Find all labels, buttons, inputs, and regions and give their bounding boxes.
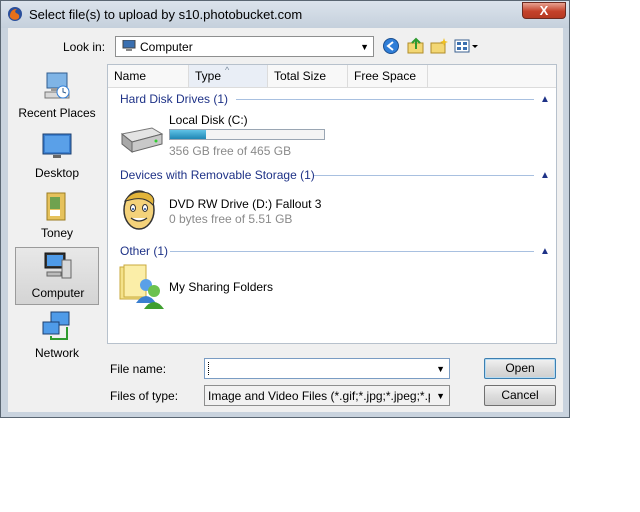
collapse-chevron-icon[interactable]: ▲ [540,246,550,257]
place-recent-places[interactable]: Recent Places [15,68,99,126]
collapse-chevron-icon[interactable]: ▲ [540,94,550,105]
disk-usage-bar [169,129,325,140]
chevron-down-icon: ▼ [436,391,445,401]
user-folder-icon [46,192,66,221]
collapse-chevron-icon[interactable]: ▲ [540,170,550,181]
hard-drive-icon [120,127,164,154]
place-user-folder[interactable]: Toney [15,188,99,246]
window-title: Select file(s) to upload by s10.photobuc… [29,7,303,22]
column-header-free-space[interactable]: Free Space [348,65,428,87]
place-desktop[interactable]: Desktop [15,128,99,186]
place-computer[interactable]: Computer [15,247,99,305]
sharing-folders-icon [119,264,164,309]
column-header-row: Name Type ^ Total Size Free Space [108,65,556,88]
back-icon[interactable] [381,37,401,55]
group-header-hard-disk-drives[interactable]: Hard Disk Drives (1) [120,92,228,106]
up-folder-icon[interactable] [406,37,426,55]
place-network[interactable]: Network [15,308,99,366]
desktop-icon [42,133,72,158]
column-header-name[interactable]: Name [108,65,189,87]
place-label: Toney [40,226,74,240]
firefox-icon [8,7,22,21]
item-detail-dvd-drive: 0 bytes free of 5.51 GB [169,212,293,226]
sort-ascending-icon: ^ [225,65,230,75]
file-list[interactable]: Name Type ^ Total Size Free Space Hard D… [107,64,557,344]
open-button[interactable]: Open [484,358,556,379]
files-of-type-label: Files of type: [110,389,179,403]
text-caret [208,362,210,375]
group-divider [236,99,534,100]
item-name-sharing-folders[interactable]: My Sharing Folders [169,280,273,294]
look-in-value: Computer [140,40,193,54]
item-name-dvd-drive[interactable]: DVD RW Drive (D:) Fallout 3 [169,197,321,211]
column-header-type[interactable]: Type ^ [189,65,268,87]
place-label: Computer [31,286,85,300]
files-of-type-value: Image and Video Files (*.gif;*.jpg;*.jpe… [208,389,430,403]
new-folder-icon[interactable] [429,37,449,55]
recent-places-icon [44,72,70,99]
column-header-total-size[interactable]: Total Size [268,65,348,87]
chevron-down-icon[interactable]: ▼ [436,364,445,374]
dialog-body: Look in: Computer ▼ Recent Places Deskto… [8,28,563,412]
group-header-other[interactable]: Other (1) [120,244,168,258]
cancel-button[interactable]: Cancel [484,385,556,406]
place-label: Recent Places [18,106,96,120]
fallout-dvd-icon [123,190,155,230]
group-divider [170,251,534,252]
file-name-input[interactable]: ▼ [204,358,450,379]
places-bar: Recent Places Desktop Toney Computer Net… [11,66,103,366]
files-of-type-dropdown[interactable]: Image and Video Files (*.gif;*.jpg;*.jpe… [204,385,450,406]
disk-usage-fill [170,130,207,139]
views-icon[interactable] [453,37,479,55]
file-upload-dialog: Select file(s) to upload by s10.photobuc… [0,0,570,418]
network-icon [42,311,70,340]
item-name-local-disk[interactable]: Local Disk (C:) [169,113,248,127]
computer-icon [44,252,72,279]
place-label: Network [34,346,79,360]
column-type-label: Type [195,69,222,83]
chevron-down-icon: ▼ [360,42,369,52]
look-in-dropdown[interactable]: Computer ▼ [115,36,374,57]
look-in-label: Look in: [63,40,106,54]
place-label: Desktop [34,166,80,180]
close-button[interactable]: X [522,2,566,19]
item-detail-local-disk: 356 GB free of 465 GB [169,144,292,158]
group-divider [314,175,534,176]
file-name-label: File name: [110,362,167,376]
group-header-removable-storage[interactable]: Devices with Removable Storage (1) [120,168,315,182]
computer-small-icon [122,40,136,51]
title-bar: Select file(s) to upload by s10.photobuc… [1,1,569,28]
